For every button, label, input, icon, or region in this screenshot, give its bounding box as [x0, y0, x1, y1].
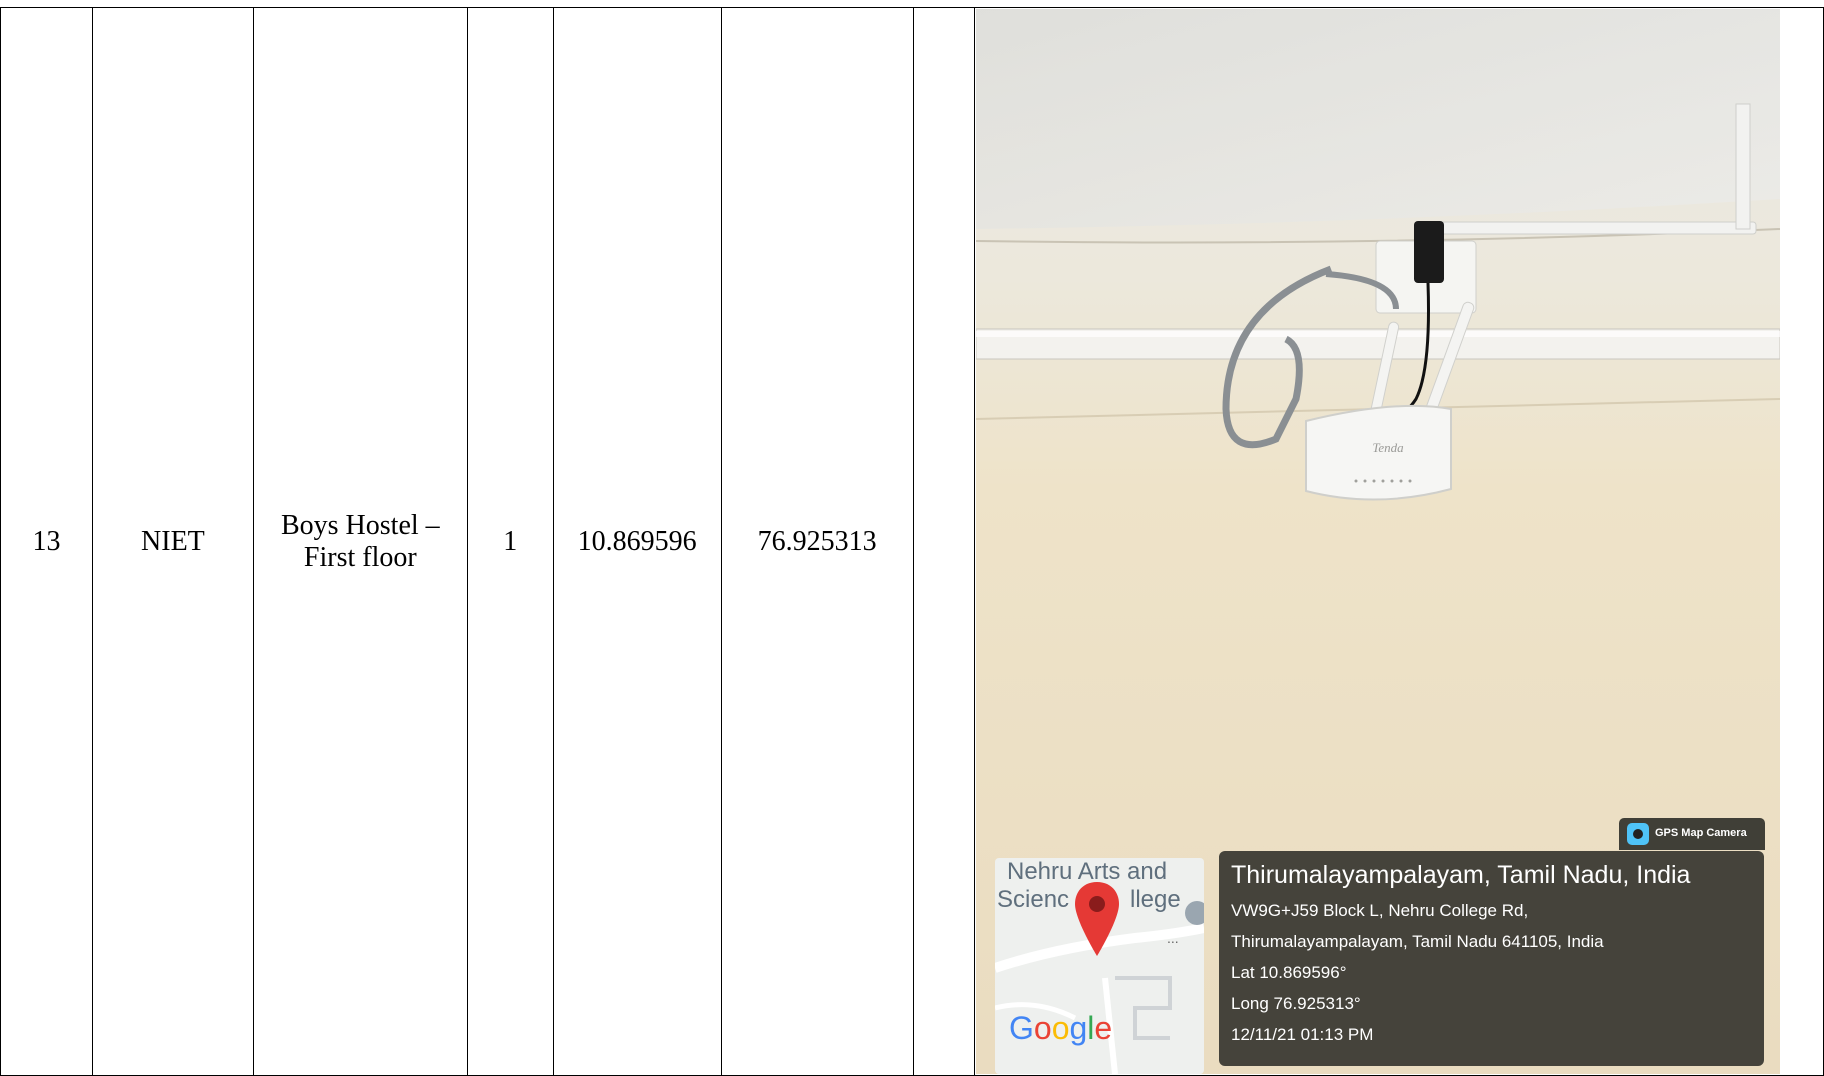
google-logo-letter: o — [1051, 1010, 1070, 1046]
location-line-1: Boys Hostel – — [280, 509, 440, 541]
latitude-value: 10.869596 — [577, 525, 697, 557]
cell-latitude: 10.869596 — [552, 7, 722, 1076]
gps-camera-icon — [1627, 823, 1649, 845]
google-logo-letter: e — [1094, 1010, 1113, 1046]
geotag-longitude: Long 76.925313° — [1231, 994, 1361, 1013]
google-logo: Google — [1009, 1010, 1112, 1047]
conduit-highlight — [976, 331, 1780, 337]
geotag-place: Thirumalayampalayam, Tamil Nadu, India — [1231, 861, 1691, 889]
router-photo: Tenda GPS Map Camera Nehru Arts and Scie… — [976, 9, 1780, 1074]
gps-camera-label: GPS Map Camera — [1655, 827, 1747, 839]
conduit-upper — [1437, 221, 1757, 235]
cell-longitude: 76.925313 — [720, 7, 914, 1076]
serial-number: 13 — [32, 525, 61, 557]
map-place-label-2-right: llege — [1130, 886, 1181, 913]
gps-camera-badge: GPS Map Camera — [1619, 818, 1765, 850]
cell-serial: 13 — [0, 7, 93, 1076]
device-count: 1 — [503, 525, 518, 557]
cell-institution: NIET — [91, 7, 254, 1076]
cell-location: Boys Hostel – First floor — [252, 7, 468, 1076]
map-place-label-2-left: Scienc — [997, 886, 1070, 913]
cell-empty — [912, 7, 975, 1076]
google-logo-letter: o — [1033, 1010, 1052, 1046]
institution-name: NIET — [141, 525, 205, 557]
cell-trailing — [1779, 7, 1824, 1076]
geotag-address-line-1: VW9G+J59 Block L, Nehru College Rd, — [1231, 901, 1529, 920]
location-mini-map: Nehru Arts and Scienc llege ... Google — [995, 858, 1204, 1074]
cell-count: 1 — [466, 7, 554, 1076]
conduit-vertical — [1735, 103, 1751, 230]
geotag-datetime: 12/11/21 01:13 PM — [1231, 1025, 1374, 1044]
geotag-info-panel: Thirumalayampalayam, Tamil Nadu, India V… — [1219, 851, 1764, 1066]
geotag-address-line-2: Thirumalayampalayam, Tamil Nadu 641105, … — [1231, 932, 1604, 951]
google-logo-letter: G — [1009, 1010, 1034, 1046]
ceiling-area — [976, 9, 1780, 229]
map-pin-icon — [1075, 882, 1119, 956]
geotag-latitude: Lat 10.869596° — [1231, 963, 1347, 982]
router-brand: Tenda — [1372, 440, 1404, 455]
map-poi-marker — [1185, 901, 1204, 925]
map-ellipsis: ... — [1167, 930, 1179, 946]
location-line-2: First floor — [303, 541, 417, 573]
power-adapter — [1414, 221, 1444, 283]
longitude-value: 76.925313 — [757, 525, 877, 557]
google-logo-letter: g — [1069, 1010, 1088, 1046]
